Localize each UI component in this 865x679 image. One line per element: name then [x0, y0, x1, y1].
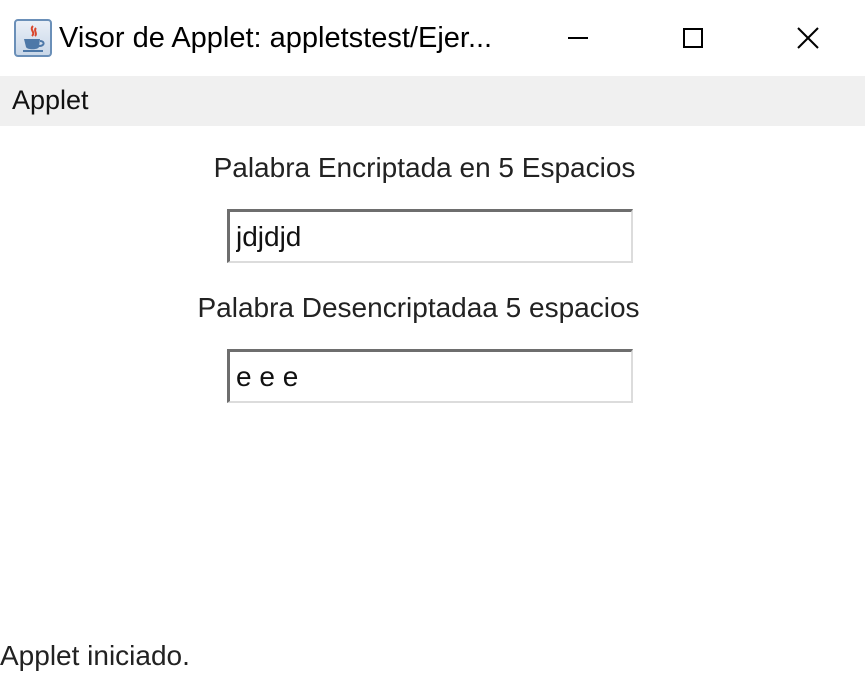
- encrypted-word-field[interactable]: [227, 209, 633, 263]
- window-title: Visor de Applet: appletstest/Ejer...: [59, 22, 493, 54]
- menu-applet[interactable]: Applet: [12, 82, 89, 118]
- decrypted-word-label: Palabra Desencriptadaa 5 espacios: [197, 292, 640, 323]
- maximize-icon: [682, 28, 703, 48]
- minimize-button[interactable]: [520, 0, 635, 76]
- decrypted-word-field[interactable]: [227, 349, 633, 403]
- title-bar[interactable]: Visor de Applet: appletstest/Ejer...: [0, 0, 865, 76]
- minimize-icon: [567, 37, 588, 39]
- applet-viewer-window: Visor de Applet: appletstest/Ejer... App…: [0, 0, 865, 679]
- close-button[interactable]: [750, 0, 865, 76]
- encrypted-word-label: Palabra Encriptada en 5 Espacios: [213, 152, 636, 183]
- maximize-button[interactable]: [635, 0, 750, 76]
- status-bar-text: Applet iniciado.: [0, 640, 190, 671]
- java-app-icon[interactable]: [14, 19, 52, 57]
- menu-bar: Applet: [0, 76, 865, 126]
- close-icon: [796, 27, 819, 49]
